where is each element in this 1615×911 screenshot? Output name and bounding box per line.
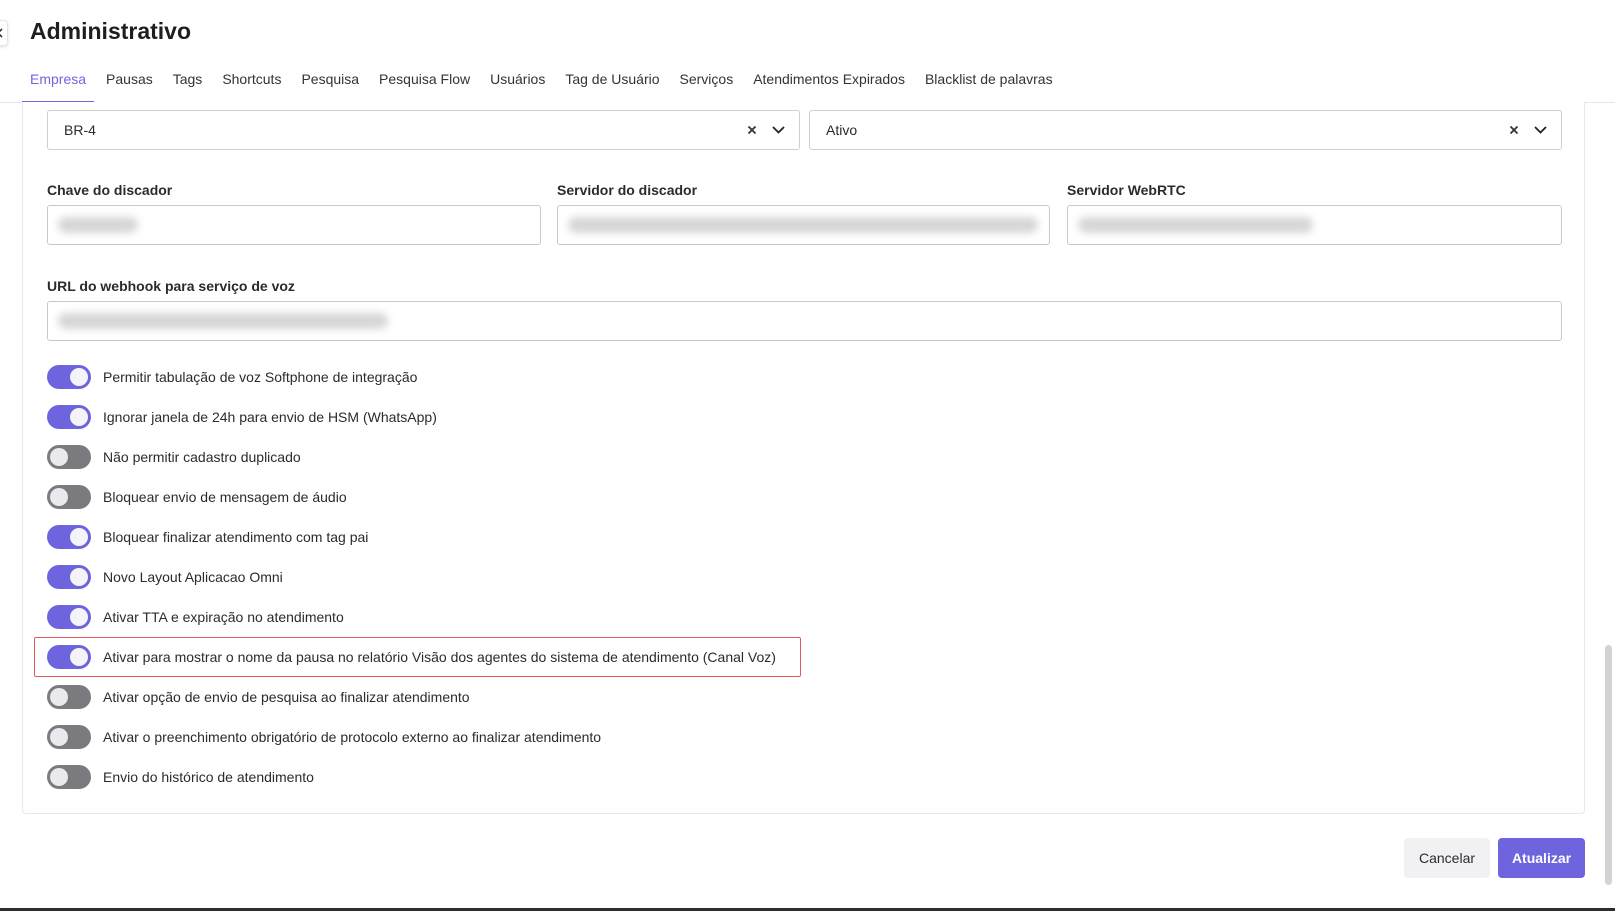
- dialer-server-label: Servidor do discador: [557, 182, 698, 198]
- toggle-switch[interactable]: [47, 525, 91, 549]
- cancel-button[interactable]: Cancelar: [1404, 838, 1490, 878]
- toggle-label: Não permitir cadastro duplicado: [103, 449, 301, 465]
- toggle-row: Novo Layout Aplicacao Omni: [47, 565, 283, 589]
- tab-tag-de-usuario[interactable]: Tag de Usuário: [557, 64, 667, 103]
- toggle-switch[interactable]: [47, 365, 91, 389]
- tab-empresa[interactable]: Empresa: [22, 64, 95, 103]
- toggle-label: Ativar opção de envio de pesquisa ao fin…: [103, 689, 470, 705]
- toggle-switch[interactable]: [47, 685, 91, 709]
- toggle-knob: [50, 688, 68, 706]
- toggle-label: Bloquear envio de mensagem de áudio: [103, 489, 347, 505]
- toggle-knob: [50, 488, 68, 506]
- toggle-switch[interactable]: [47, 605, 91, 629]
- toggle-switch[interactable]: [47, 565, 91, 589]
- region-select[interactable]: BR-4: [47, 110, 800, 150]
- redacted-value: [568, 217, 1038, 233]
- tab-bar: Empresa Pausas Tags Shortcuts Pesquisa P…: [0, 64, 1615, 103]
- toggle-switch[interactable]: [47, 445, 91, 469]
- toggle-label: Permitir tabulação de voz Softphone de i…: [103, 369, 418, 385]
- redacted-value: [1078, 217, 1313, 233]
- toggle-row-highlighted: Ativar para mostrar o nome da pausa no r…: [47, 645, 776, 669]
- toggle-label: Ignorar janela de 24h para envio de HSM …: [103, 409, 437, 425]
- clear-icon[interactable]: [741, 125, 763, 135]
- region-select-value: BR-4: [64, 122, 96, 138]
- tab-pesquisa-flow[interactable]: Pesquisa Flow: [371, 64, 478, 103]
- toggle-row: Bloquear envio de mensagem de áudio: [47, 485, 347, 509]
- tab-usuarios[interactable]: Usuários: [482, 64, 553, 103]
- chevron-down-icon[interactable]: [1525, 126, 1555, 134]
- scrollbar-thumb[interactable]: [1605, 645, 1612, 885]
- status-select-value: Ativo: [826, 122, 858, 138]
- toggle-knob: [70, 568, 88, 586]
- tab-atendimentos-expirados[interactable]: Atendimentos Expirados: [745, 64, 913, 103]
- toggle-label: Ativar o preenchimento obrigatório de pr…: [103, 729, 602, 745]
- dialer-key-label: Chave do discador: [47, 182, 173, 198]
- toggle-row: Permitir tabulação de voz Softphone de i…: [47, 365, 417, 389]
- toggle-switch[interactable]: [47, 765, 91, 789]
- toggle-switch[interactable]: [47, 645, 91, 669]
- redacted-value: [58, 313, 388, 329]
- update-button[interactable]: Atualizar: [1498, 838, 1585, 878]
- voice-webhook-input[interactable]: [47, 301, 1562, 341]
- status-select[interactable]: Ativo: [809, 110, 1562, 150]
- toggle-row: Não permitir cadastro duplicado: [47, 445, 301, 469]
- toggle-knob: [50, 448, 68, 466]
- toggle-knob: [70, 368, 88, 386]
- toggle-label: Bloquear finalizar atendimento com tag p…: [103, 529, 369, 545]
- toggle-row: Bloquear finalizar atendimento com tag p…: [47, 525, 368, 549]
- tab-shortcuts[interactable]: Shortcuts: [214, 64, 289, 103]
- clear-icon[interactable]: [1503, 125, 1525, 135]
- voice-webhook-label: URL do webhook para serviço de voz: [47, 278, 295, 294]
- collapse-sidebar-button[interactable]: [0, 20, 8, 46]
- dialer-server-input[interactable]: [557, 205, 1050, 245]
- redacted-value: [58, 217, 138, 233]
- toggle-knob: [50, 728, 68, 746]
- tab-pesquisa[interactable]: Pesquisa: [293, 64, 367, 103]
- toggle-row: Ativar TTA e expiração no atendimento: [47, 605, 344, 629]
- tab-tags[interactable]: Tags: [165, 64, 211, 103]
- toggle-label: Ativar para mostrar o nome da pausa no r…: [103, 649, 776, 665]
- webrtc-server-label: Servidor WebRTC: [1067, 182, 1186, 198]
- tab-pausas[interactable]: Pausas: [98, 64, 161, 103]
- toggle-knob: [50, 768, 68, 786]
- toggle-row: Ativar opção de envio de pesquisa ao fin…: [47, 685, 470, 709]
- toggle-label: Ativar TTA e expiração no atendimento: [103, 609, 344, 625]
- toggle-knob: [70, 648, 88, 666]
- page-title: Administrativo: [30, 18, 192, 44]
- toggle-switch[interactable]: [47, 405, 91, 429]
- dialer-key-input[interactable]: [47, 205, 541, 245]
- toggle-switch[interactable]: [47, 725, 91, 749]
- toggle-switch[interactable]: [47, 485, 91, 509]
- toggle-knob: [70, 408, 88, 426]
- toggle-label: Novo Layout Aplicacao Omni: [103, 569, 283, 585]
- chevron-down-icon[interactable]: [763, 126, 793, 134]
- admin-page: Administrativo Empresa Pausas Tags Short…: [0, 0, 1615, 911]
- toggle-knob: [70, 528, 88, 546]
- tab-servicos[interactable]: Serviços: [672, 64, 742, 103]
- chevron-left-icon: [0, 28, 3, 38]
- tab-blacklist-de-palavras[interactable]: Blacklist de palavras: [917, 64, 1061, 103]
- toggle-knob: [70, 608, 88, 626]
- toggle-label: Envio do histórico de atendimento: [103, 769, 314, 785]
- webrtc-server-input[interactable]: [1067, 205, 1562, 245]
- toggle-row: Ignorar janela de 24h para envio de HSM …: [47, 405, 437, 429]
- toggle-row: Envio do histórico de atendimento: [47, 765, 314, 789]
- toggle-row: Ativar o preenchimento obrigatório de pr…: [47, 725, 601, 749]
